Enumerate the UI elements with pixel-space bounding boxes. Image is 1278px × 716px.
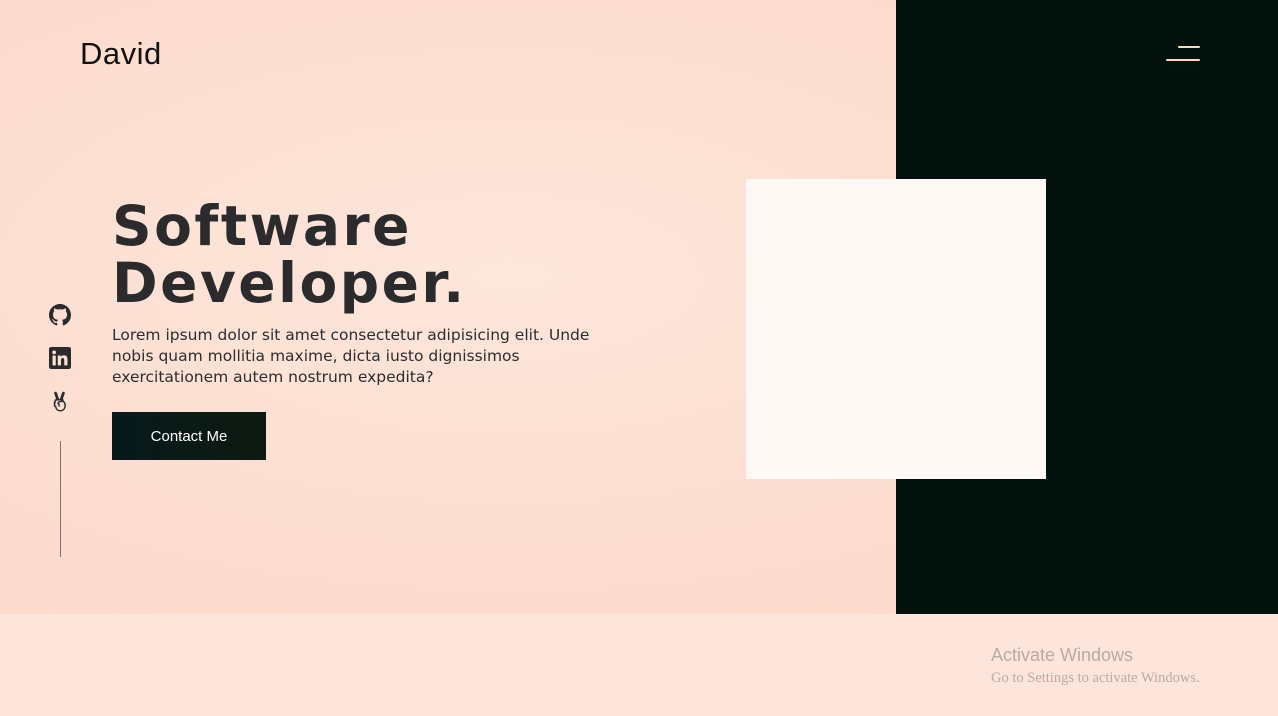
menu-bar-top [1178, 46, 1200, 48]
headline-line-1: Software [112, 194, 412, 258]
site-logo[interactable]: David [80, 36, 162, 72]
watermark-subtitle: Go to Settings to activate Windows. [991, 670, 1200, 686]
hamburger-menu-icon[interactable] [1160, 42, 1206, 68]
windows-activation-watermark: Activate Windows Go to Settings to activ… [991, 644, 1200, 690]
github-icon[interactable] [48, 303, 72, 327]
contact-me-button[interactable]: Contact Me [112, 412, 266, 460]
menu-bar-bottom [1166, 59, 1200, 61]
hero-headline: Software Developer. [112, 198, 467, 312]
watermark-title: Activate Windows [991, 645, 1134, 665]
linkedin-icon[interactable] [48, 346, 72, 370]
profile-image-placeholder [746, 179, 1046, 479]
angellist-icon[interactable] [48, 390, 72, 414]
social-divider-line [60, 441, 61, 557]
headline-line-2: Developer. [112, 251, 467, 315]
hero-description: Lorem ipsum dolor sit amet consectetur a… [112, 326, 590, 386]
